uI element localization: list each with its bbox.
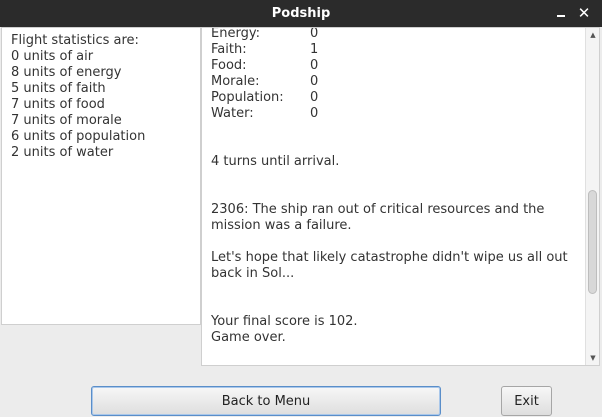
stat-line-air: 0 units of air xyxy=(11,49,94,64)
log-stat-name: Food: xyxy=(211,58,247,73)
turns-until-arrival: 4 turns until arrival. xyxy=(211,154,340,169)
game-log-panel[interactable]: Energy: 0 Faith: 1 Food: 0 Morale: 0 Pop… xyxy=(201,27,600,366)
log-stat-row: Faith: 1 xyxy=(211,42,581,58)
stat-line-food: 7 units of food xyxy=(11,97,105,112)
log-stat-row: Morale: 0 xyxy=(211,74,581,90)
stat-line-morale: 7 units of morale xyxy=(11,113,122,128)
log-stat-name: Water: xyxy=(211,106,254,121)
stat-line-population: 6 units of population xyxy=(11,129,146,144)
log-stat-row: Population: 0 xyxy=(211,90,581,106)
flight-statistics-heading: Flight statistics are: xyxy=(11,33,139,48)
log-stat-value: 1 xyxy=(310,42,319,57)
title-bar: Podship ✕ xyxy=(0,0,602,27)
stat-line-energy: 8 units of energy xyxy=(11,65,122,80)
window-title: Podship xyxy=(271,6,331,21)
close-icon: ✕ xyxy=(577,3,591,22)
log-stat-row: Food: 0 xyxy=(211,58,581,74)
game-log-text: Energy: 0 Faith: 1 Food: 0 Morale: 0 Pop… xyxy=(211,27,581,346)
log-stat-value: 0 xyxy=(310,106,319,121)
scroll-down-icon[interactable]: ▼ xyxy=(586,352,599,364)
failure-message-line-2: mission was a failure. xyxy=(211,218,352,233)
stat-line-water: 2 units of water xyxy=(11,145,114,160)
log-stat-row: Water: 0 xyxy=(211,106,581,122)
log-stat-value: 0 xyxy=(310,74,319,89)
log-stat-name: Faith: xyxy=(211,42,247,57)
stat-line-faith: 5 units of faith xyxy=(11,81,106,96)
scroll-up-icon[interactable]: ▲ xyxy=(586,29,599,41)
log-stat-name: Energy: xyxy=(211,27,260,41)
flight-statistics-panel: Flight statistics are: 0 units of air 8 … xyxy=(1,27,201,325)
log-scrollbar[interactable]: ▲ ▼ xyxy=(585,28,599,365)
minimize-button[interactable] xyxy=(552,4,570,22)
exit-button[interactable]: Exit xyxy=(501,386,552,416)
failure-message-line-1: 2306: The ship ran out of critical resou… xyxy=(211,202,545,217)
scrollbar-thumb[interactable] xyxy=(588,189,597,294)
log-stat-value: 0 xyxy=(310,58,319,73)
log-stat-name: Morale: xyxy=(211,74,260,89)
final-score: Your final score is 102. xyxy=(211,314,358,329)
catastrophe-message-line-1: Let's hope that likely catastrophe didn'… xyxy=(211,250,568,265)
close-button[interactable]: ✕ xyxy=(575,4,593,22)
log-stat-value: 0 xyxy=(310,27,319,41)
catastrophe-message-line-2: back in Sol... xyxy=(211,266,295,281)
log-stat-value: 0 xyxy=(310,90,319,105)
back-to-menu-button[interactable]: Back to Menu xyxy=(91,386,441,416)
log-stat-name: Population: xyxy=(211,90,284,105)
minimize-icon xyxy=(557,15,565,17)
game-over-message: Game over. xyxy=(211,330,286,345)
log-stat-row: Energy: 0 xyxy=(211,27,581,42)
